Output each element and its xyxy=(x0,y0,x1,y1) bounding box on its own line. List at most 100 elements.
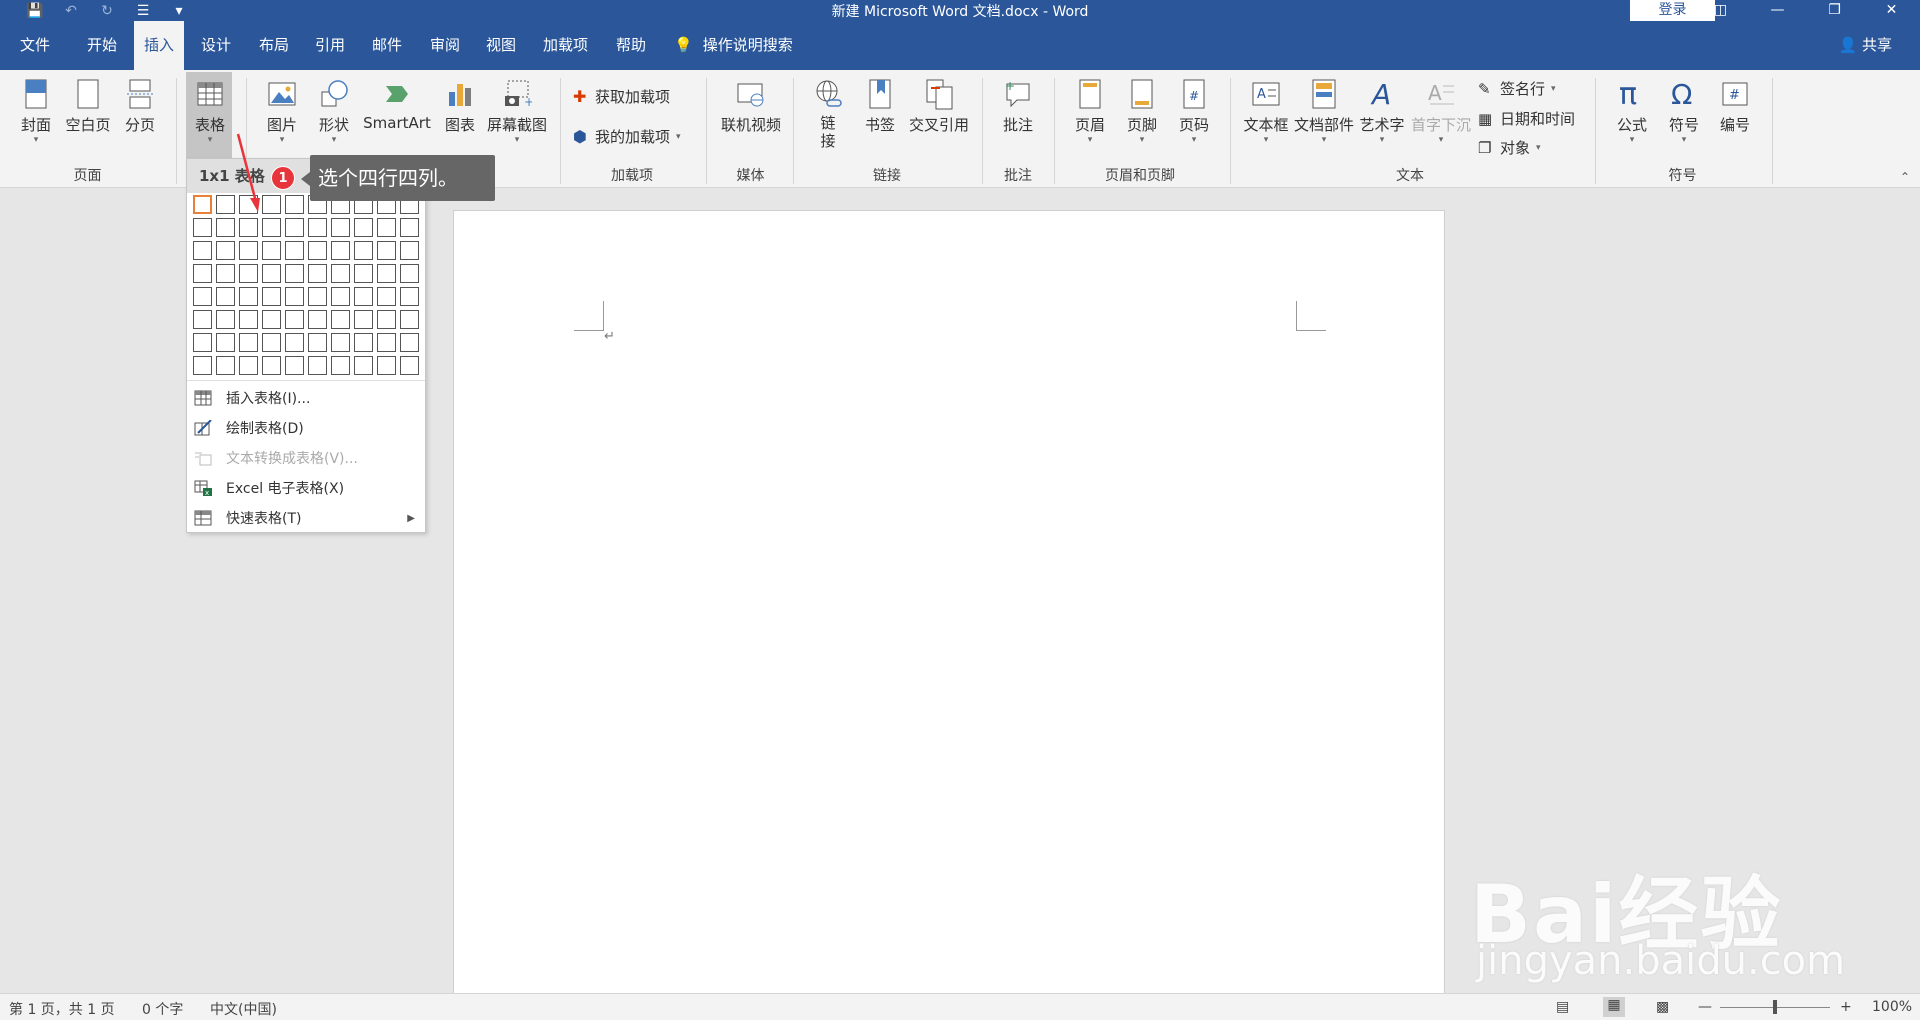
tab-mailings[interactable]: 邮件 xyxy=(362,21,412,70)
tell-me-search[interactable]: 💡 操作说明搜索 xyxy=(674,21,793,70)
page-number-button[interactable]: # 页码 ▾ xyxy=(1174,78,1214,145)
table-grid-cell[interactable] xyxy=(262,241,281,260)
bookmark-button[interactable]: 书签 xyxy=(860,78,900,135)
drop-cap-button[interactable]: A 首字下沉 ▾ xyxy=(1410,78,1472,145)
table-grid-cell[interactable] xyxy=(377,241,396,260)
table-grid-cell[interactable] xyxy=(354,333,373,352)
table-grid-cell[interactable] xyxy=(193,287,212,306)
table-grid-cell[interactable] xyxy=(354,287,373,306)
table-grid-cell[interactable] xyxy=(262,264,281,283)
table-grid-cell[interactable] xyxy=(239,218,258,237)
table-grid-cell[interactable] xyxy=(308,333,327,352)
symbol-button[interactable]: Ω 符号 ▾ xyxy=(1664,78,1704,145)
tab-review[interactable]: 审阅 xyxy=(420,21,470,70)
table-grid-cell[interactable] xyxy=(262,218,281,237)
tab-view[interactable]: 视图 xyxy=(476,21,526,70)
table-grid-cell[interactable] xyxy=(377,264,396,283)
cover-page-button[interactable]: 封面 ▾ xyxy=(16,78,56,145)
my-addins-button[interactable]: ⬢ 我的加载项 ▾ xyxy=(573,126,681,147)
online-video-button[interactable]: 联机视频 xyxy=(716,78,786,135)
number-button[interactable]: # 编号 xyxy=(1715,78,1755,135)
table-grid-cell[interactable] xyxy=(308,264,327,283)
table-grid-cell[interactable] xyxy=(285,218,304,237)
restore-icon[interactable]: ❐ xyxy=(1806,0,1863,21)
table-grid-cell[interactable] xyxy=(285,241,304,260)
picture-button[interactable]: 图片 ▾ xyxy=(262,78,302,145)
table-grid-cell[interactable] xyxy=(331,218,350,237)
table-grid-cell[interactable] xyxy=(331,241,350,260)
table-grid-cell[interactable] xyxy=(239,356,258,375)
textbox-button[interactable]: A 文本框 ▾ xyxy=(1240,78,1292,145)
table-grid-cell[interactable] xyxy=(285,333,304,352)
table-grid-cell[interactable] xyxy=(400,264,419,283)
table-grid-cell[interactable] xyxy=(216,287,235,306)
tab-insert[interactable]: 插入 xyxy=(134,21,185,70)
table-grid-cell[interactable] xyxy=(216,264,235,283)
header-button[interactable]: 页眉 ▾ xyxy=(1070,78,1110,145)
zoom-in-icon[interactable]: + xyxy=(1840,999,1852,1015)
share-button[interactable]: 👤 共享 xyxy=(1839,21,1892,70)
tab-help[interactable]: 帮助 xyxy=(606,21,656,70)
table-grid-cell[interactable] xyxy=(377,356,396,375)
table-grid-cell[interactable] xyxy=(285,195,304,214)
table-grid-cell[interactable] xyxy=(216,218,235,237)
table-grid-cell[interactable] xyxy=(354,241,373,260)
table-grid-cell[interactable] xyxy=(354,356,373,375)
table-grid-cell[interactable] xyxy=(331,310,350,329)
document-page[interactable]: ↵ xyxy=(453,210,1445,1000)
table-grid-cell[interactable] xyxy=(400,241,419,260)
equation-button[interactable]: π 公式 ▾ xyxy=(1612,78,1652,145)
tab-file[interactable]: 文件 xyxy=(10,21,60,70)
get-addins-button[interactable]: ✚ 获取加载项 xyxy=(573,86,670,107)
table-grid-cell[interactable] xyxy=(262,310,281,329)
table-grid-cell[interactable] xyxy=(285,356,304,375)
web-layout-icon[interactable]: ▩ xyxy=(1656,999,1669,1015)
date-time-button[interactable]: ▦ 日期和时间 xyxy=(1478,108,1575,129)
table-grid-cell[interactable] xyxy=(285,310,304,329)
signature-line-button[interactable]: ✎ 签名行 ▾ xyxy=(1478,78,1556,99)
table-grid-cell[interactable] xyxy=(193,218,212,237)
table-grid-cell[interactable] xyxy=(216,356,235,375)
footer-button[interactable]: 页脚 ▾ xyxy=(1122,78,1162,145)
blank-page-button[interactable]: 空白页 xyxy=(63,78,113,135)
tab-references[interactable]: 引用 xyxy=(305,21,355,70)
table-grid-cell[interactable] xyxy=(262,333,281,352)
table-grid-cell[interactable] xyxy=(400,356,419,375)
page-break-button[interactable]: 分页 xyxy=(118,78,162,135)
table-grid-cell[interactable] xyxy=(354,218,373,237)
tab-layout[interactable]: 布局 xyxy=(249,21,299,70)
chart-button[interactable]: 图表 xyxy=(440,78,480,135)
tab-addins[interactable]: 加载项 xyxy=(533,21,598,70)
table-grid-cell[interactable] xyxy=(377,218,396,237)
minimize-icon[interactable]: — xyxy=(1749,0,1806,21)
table-grid-cell[interactable] xyxy=(400,287,419,306)
table-grid-cell[interactable] xyxy=(331,287,350,306)
table-grid-cell[interactable] xyxy=(262,356,281,375)
screenshot-button[interactable]: + 屏幕截图 ▾ xyxy=(484,78,550,145)
table-grid-cell[interactable] xyxy=(400,310,419,329)
tab-home[interactable]: 开始 xyxy=(77,21,127,70)
collapse-ribbon-icon[interactable]: ⌃ xyxy=(1900,170,1910,184)
table-grid-cell[interactable] xyxy=(308,310,327,329)
word-count[interactable]: 0 个字 xyxy=(142,999,183,1019)
table-grid-cell[interactable] xyxy=(331,333,350,352)
page-count[interactable]: 第 1 页，共 1 页 xyxy=(9,999,115,1019)
shapes-button[interactable]: 形状 ▾ xyxy=(314,78,354,145)
table-grid-cell[interactable] xyxy=(377,310,396,329)
table-grid-cell[interactable] xyxy=(331,264,350,283)
cross-reference-button[interactable]: 交叉引用 xyxy=(904,78,974,135)
smartart-button[interactable]: SmartArt xyxy=(362,78,432,132)
quick-parts-button[interactable]: 文档部件 ▾ xyxy=(1293,78,1355,145)
table-grid-cell[interactable] xyxy=(193,333,212,352)
table-button[interactable]: 表格 ▾ xyxy=(190,78,230,145)
menu-excel-spreadsheet[interactable]: x Excel 电子表格(X) xyxy=(187,474,425,502)
table-grid-cell[interactable] xyxy=(377,287,396,306)
table-grid-cell[interactable] xyxy=(354,264,373,283)
table-grid-cell[interactable] xyxy=(216,195,235,214)
object-button[interactable]: ❐ 对象 ▾ xyxy=(1478,137,1541,158)
table-grid-cell[interactable] xyxy=(216,333,235,352)
read-mode-icon[interactable]: ▤ xyxy=(1556,999,1569,1015)
new-comment-button[interactable]: + 批注 xyxy=(996,78,1040,135)
table-grid-cell[interactable] xyxy=(331,356,350,375)
table-grid-cell[interactable] xyxy=(216,241,235,260)
